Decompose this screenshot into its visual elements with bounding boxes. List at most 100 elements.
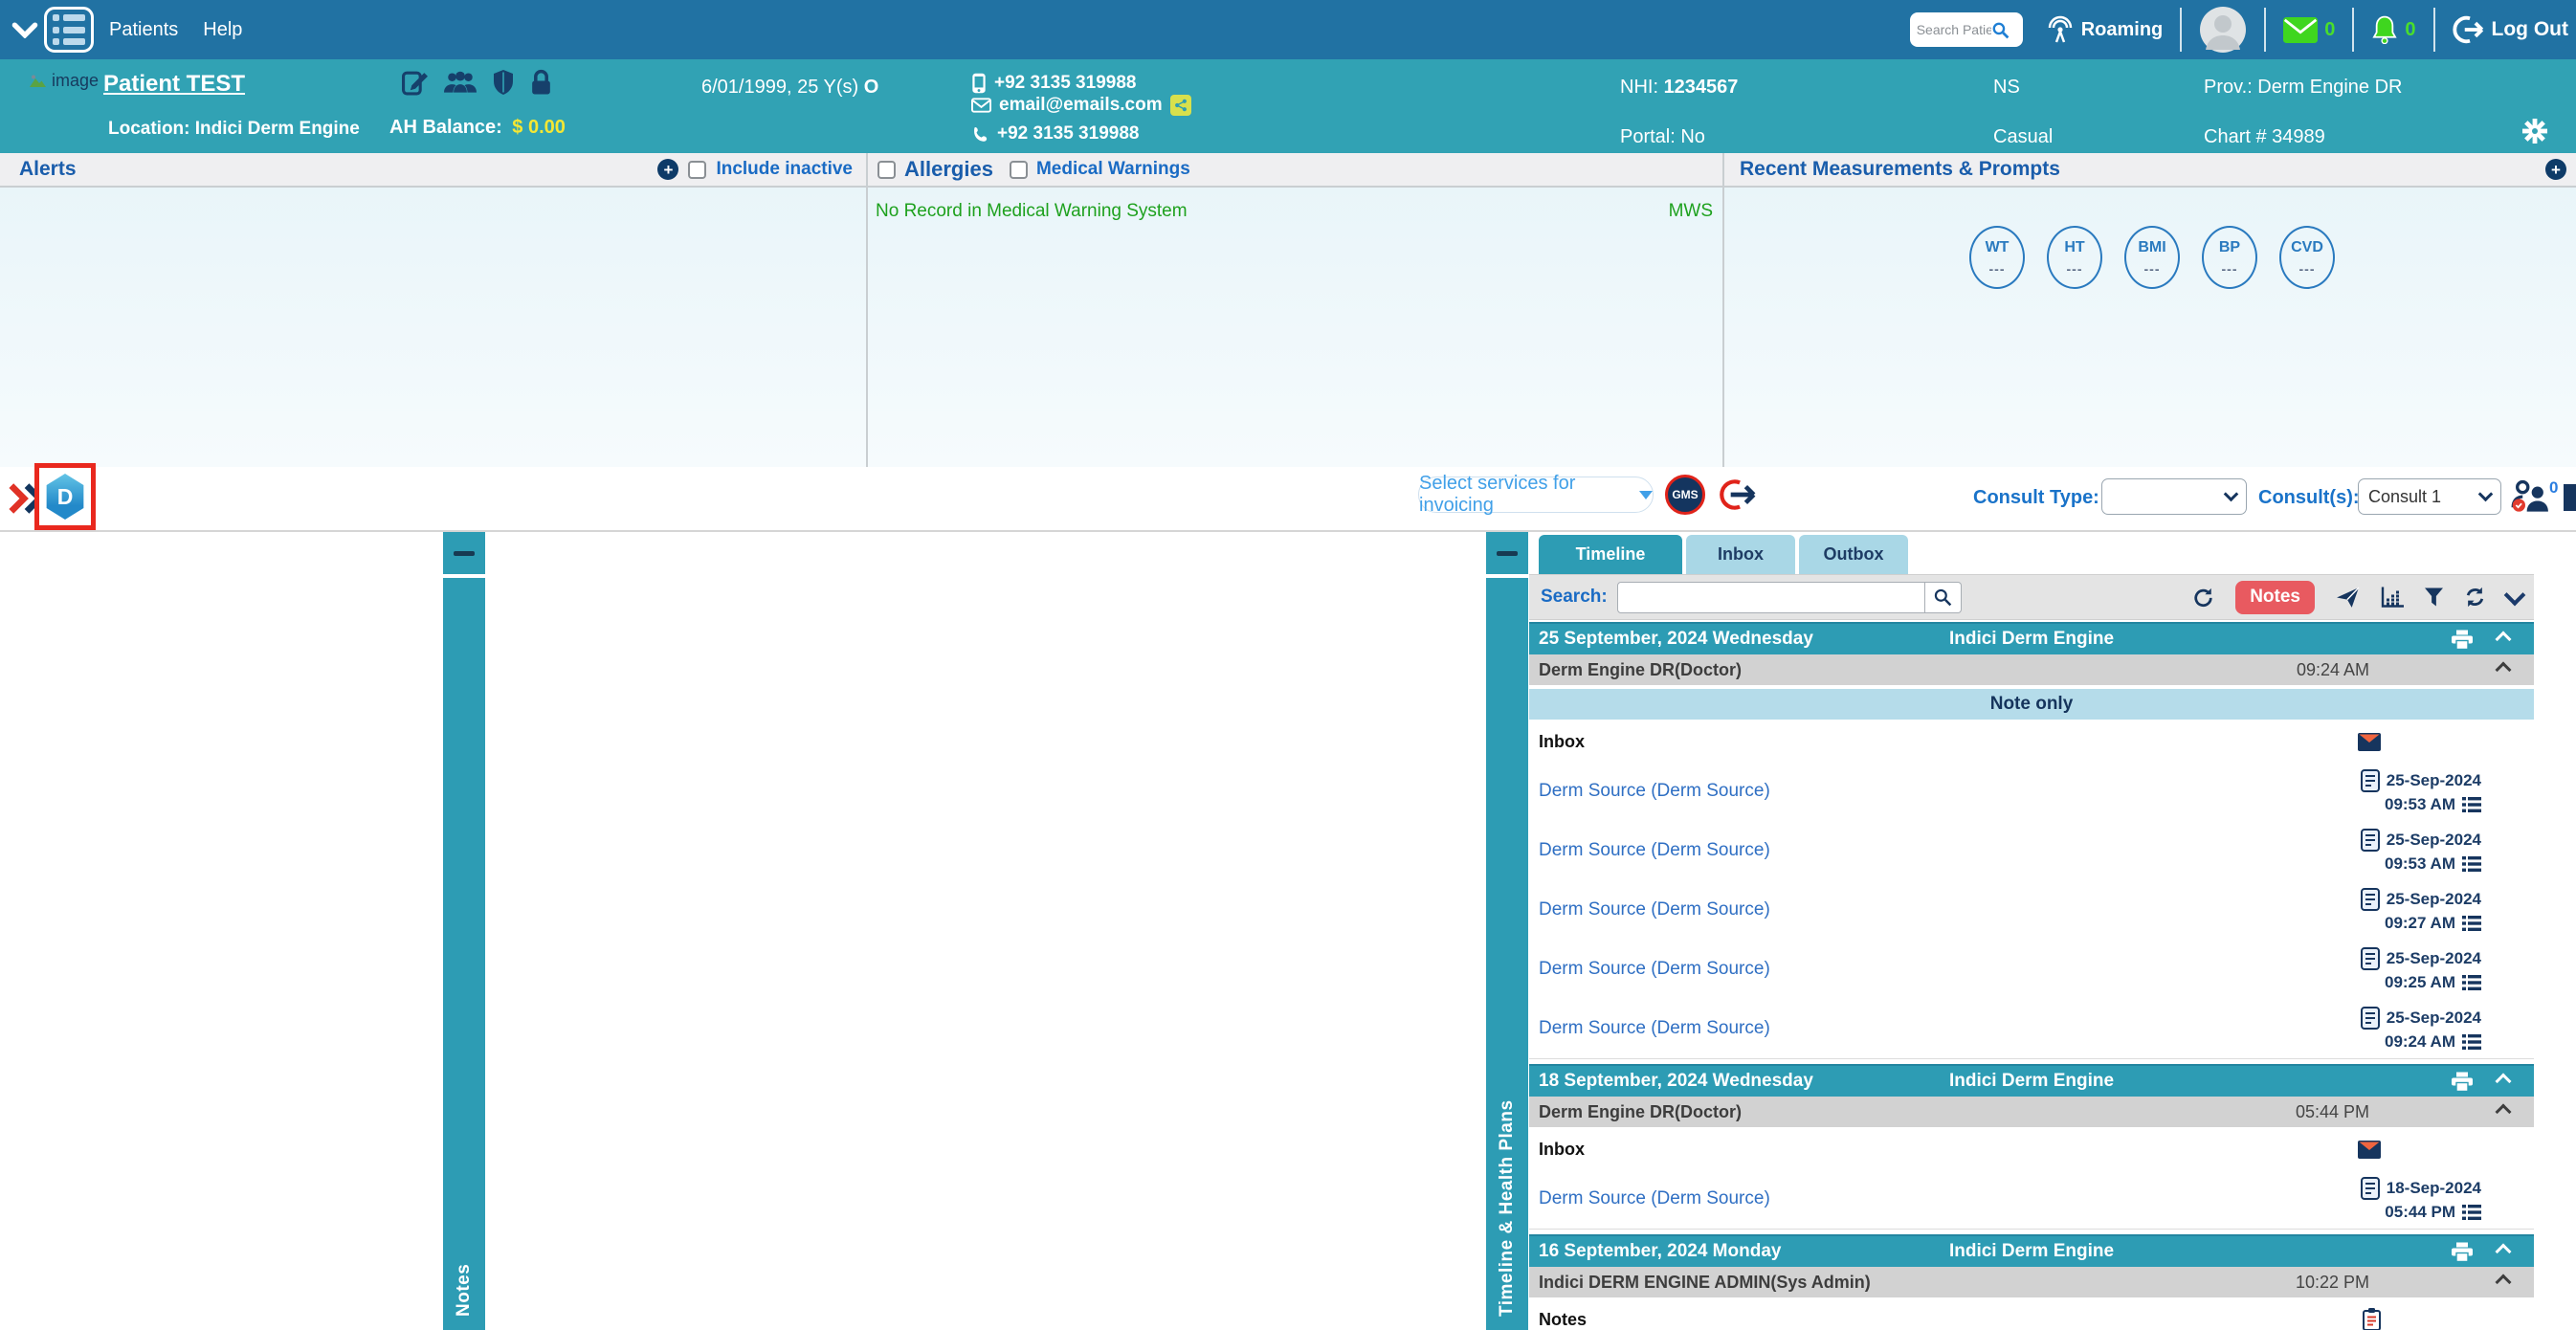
item-link[interactable]: Derm Source (Derm Source) [1539,959,1770,980]
consult-queue-control[interactable]: 0 [2511,478,2558,513]
menu-help[interactable]: Help [203,19,242,41]
messages-control[interactable]: 0 [2283,17,2335,43]
ah-balance-value[interactable]: $ 0.00 [512,117,566,138]
timeline-item[interactable]: Derm Source (Derm Source) 25-Sep-2024 09… [1529,762,2534,821]
chart-icon[interactable] [2381,587,2404,609]
notes-vertical-tab[interactable]: Notes [443,578,485,1330]
list-icon[interactable] [2462,797,2481,812]
search-icon[interactable] [1991,21,2010,39]
section-label: Notes [1539,1310,1587,1330]
timeline-item[interactable]: Derm Source (Derm Source) 25-Sep-2024 09… [1529,880,2534,940]
undo-icon[interactable] [2192,587,2214,608]
collapse-chevron-icon[interactable] [2496,1244,2512,1260]
badge-value: --- [2144,261,2161,277]
tab-timeline[interactable]: Timeline [1539,535,1682,574]
exit-consult-icon[interactable] [1717,478,1759,511]
item-link[interactable]: Derm Source (Derm Source) [1539,781,1770,802]
timeline-vertical-tab[interactable]: Timeline & Health Plans [1486,578,1528,1330]
inbox-mail-icon[interactable] [2358,1141,2381,1159]
collapse-chevron-icon[interactable] [2496,1275,2512,1291]
collapse-chevron-icon[interactable] [2496,662,2512,678]
avatar[interactable] [2199,6,2247,54]
timeline-item[interactable]: Derm Source (Derm Source) 25-Sep-2024 09… [1529,821,2534,880]
phone-row: +92 3135 319988 [971,123,1139,144]
tab-outbox[interactable]: Outbox [1799,535,1908,574]
timeline-item[interactable]: Derm Source (Derm Source) 25-Sep-2024 09… [1529,999,2534,1058]
gms-button[interactable]: GMS [1665,475,1705,515]
share-icon[interactable] [1170,95,1191,116]
list-icon[interactable] [2462,1205,2481,1220]
timeline-date-header[interactable]: 25 September, 2024 Wednesday Indici Derm… [1529,622,2534,654]
notifications-control[interactable]: 0 [2371,15,2415,44]
send-plane-icon[interactable] [2336,587,2360,609]
timeline-item[interactable]: Derm Source (Derm Source) 18-Sep-2024 05… [1529,1169,2534,1229]
list-icon[interactable] [2462,1034,2481,1050]
measurement-badge-bp[interactable]: BP--- [2202,226,2257,289]
print-icon[interactable] [2452,1072,2473,1092]
edit-patient-icon[interactable] [402,69,429,96]
filter-funnel-icon[interactable] [2425,587,2443,607]
item-link[interactable]: Derm Source (Derm Source) [1539,899,1770,920]
clipboard-icon[interactable] [2363,1308,2381,1330]
measurement-badge-wt[interactable]: WT--- [1969,226,2025,289]
roaming-control[interactable]: Roaming [2046,15,2164,44]
measurement-badge-bmi[interactable]: BMI--- [2124,226,2180,289]
measurement-badge-ht[interactable]: HT--- [2047,226,2102,289]
timeline-search-input[interactable] [1617,582,1925,613]
expand-all-chevron-icon[interactable] [2504,585,2526,607]
include-inactive-label: Include inactive [716,159,853,180]
logout-button[interactable]: Log Out [2453,15,2568,44]
notes-filter-button[interactable]: Notes [2235,581,2315,614]
timeline-item[interactable]: Derm Source (Derm Source) 25-Sep-2024 09… [1529,940,2534,999]
derm-module-icon[interactable]: D [44,474,86,520]
list-icon[interactable] [2462,916,2481,931]
print-icon[interactable] [2452,630,2473,650]
gear-icon[interactable] [2522,119,2547,144]
patient-photo-placeholder[interactable]: image [29,71,99,91]
tab-inbox[interactable]: Inbox [1686,535,1795,574]
patient-search[interactable] [1910,12,2023,47]
measurement-badge-cvd[interactable]: CVD--- [2279,226,2335,289]
search-input[interactable] [1917,22,1991,37]
logo-line [53,27,85,33]
medical-warnings-checkbox[interactable] [1010,161,1028,179]
services-invoicing-dropdown[interactable]: Select services for invoicing [1418,477,1654,513]
consult-type-select[interactable] [2101,478,2247,515]
include-inactive-checkbox[interactable] [688,161,706,179]
timeline-date-header[interactable]: 18 September, 2024 Wednesday Indici Derm… [1529,1064,2534,1097]
add-measurement-icon[interactable]: + [2545,159,2566,180]
chevron-down-icon[interactable] [11,22,38,38]
timeline-search-button[interactable] [1925,582,1962,613]
refresh-icon[interactable] [2464,587,2486,608]
print-icon[interactable] [2452,1242,2473,1262]
item-link[interactable]: Derm Source (Derm Source) [1539,1188,1770,1209]
household-group-icon[interactable] [444,70,477,95]
timeline-provider-header[interactable]: Indici DERM ENGINE ADMIN(Sys Admin) 10:2… [1529,1267,2534,1299]
timeline-date-header[interactable]: 16 September, 2024 Monday Indici Derm En… [1529,1234,2534,1267]
menu-patients[interactable]: Patients [109,19,178,41]
notes-panel-minimize-button[interactable] [443,532,485,574]
collapse-chevron-icon[interactable] [2496,1074,2512,1090]
timeline-panel-minimize-button[interactable] [1486,532,1528,574]
lock-icon[interactable] [530,69,552,96]
add-alert-icon[interactable]: + [657,159,678,180]
inbox-mail-icon[interactable] [2358,733,2381,751]
consults-select[interactable]: Consult 1 [2358,478,2501,515]
navbar-right: Roaming 0 0 [1910,6,2568,54]
timeline-provider-header[interactable]: Derm Engine DR(Doctor) 09:24 AM [1529,654,2534,687]
list-icon[interactable] [2462,856,2481,872]
mws-tag[interactable]: MWS [1669,201,1713,222]
list-icon[interactable] [2462,975,2481,990]
blood-group: O [864,77,879,98]
shield-icon[interactable] [492,69,515,96]
allergies-checkbox[interactable] [877,161,896,179]
app-logo-icon[interactable] [44,7,94,53]
edge-clipped-icon[interactable] [2564,484,2576,511]
item-link[interactable]: Derm Source (Derm Source) [1539,840,1770,861]
timeline-provider-header[interactable]: Derm Engine DR(Doctor) 05:44 PM [1529,1097,2534,1129]
item-date: 25-Sep-2024 [2387,949,2481,968]
collapse-chevron-icon[interactable] [2496,632,2512,648]
patient-name-link[interactable]: Patient TEST [103,71,245,98]
item-link[interactable]: Derm Source (Derm Source) [1539,1018,1770,1039]
collapse-chevron-icon[interactable] [2496,1104,2512,1120]
